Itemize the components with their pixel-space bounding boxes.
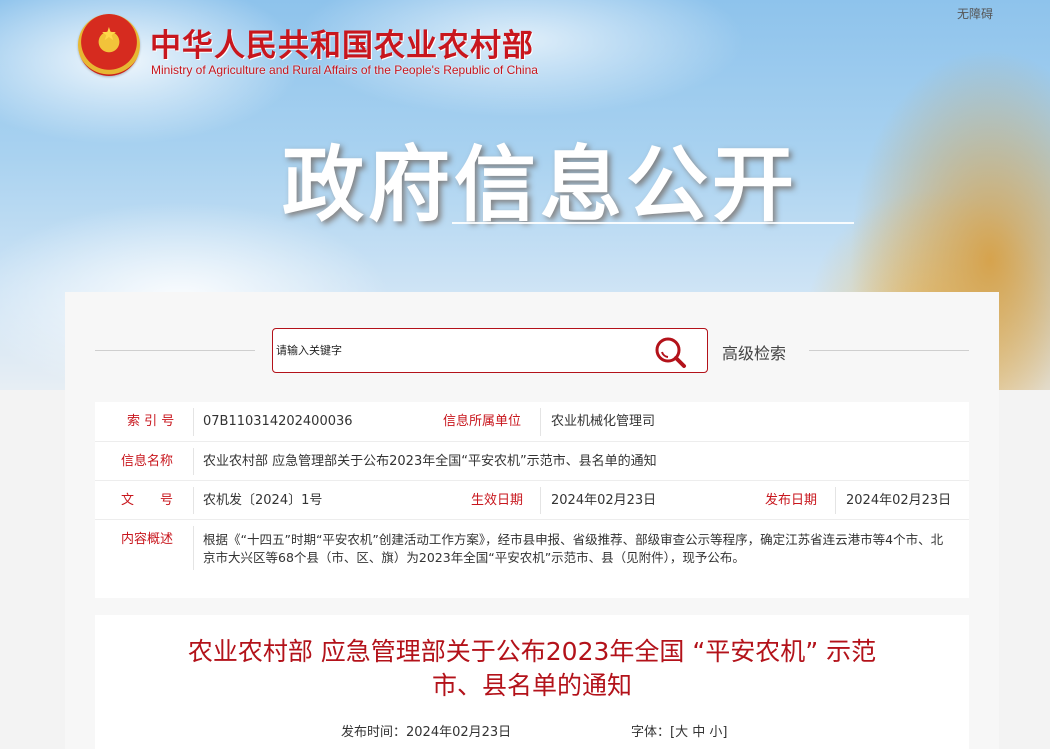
article-section: 农业农村部 应急管理部关于公布2023年全国 “平安农机” 示范 市、县名单的通… xyxy=(95,615,969,749)
search-divider-left xyxy=(95,350,255,351)
separator xyxy=(540,487,541,514)
advanced-search-link[interactable]: 高级检索 xyxy=(722,340,786,364)
search-box xyxy=(272,328,708,373)
accessibility-link[interactable]: 无障碍 xyxy=(957,5,993,22)
publish-time-label: 发布时间： xyxy=(341,725,407,740)
search-input[interactable] xyxy=(274,330,644,371)
article-title-line: 农业农村部 应急管理部关于公布2023年全国 “平安农机” 示范 xyxy=(187,637,877,666)
info-row-doc: 文 号 农机发〔2024〕1号 生效日期 2024年02月23日 发布日期 20… xyxy=(95,481,969,520)
index-label: 索 引 号 xyxy=(127,414,175,429)
effective-date-value: 2024年02月23日 xyxy=(551,493,657,508)
separator xyxy=(193,448,194,475)
search-bar: 高级检索 xyxy=(65,328,999,374)
publish-time-value: 2024年02月23日 xyxy=(406,725,512,740)
effective-date-label: 生效日期 xyxy=(471,493,524,508)
article-title: 农业农村部 应急管理部关于公布2023年全国 “平安农机” 示范 市、县名单的通… xyxy=(135,635,929,703)
publish-date-value: 2024年02月23日 xyxy=(846,493,952,508)
info-table: 索 引 号 07B110314202400036 信息所属单位 农业机械化管理司… xyxy=(95,402,969,598)
font-size-small[interactable]: 小 xyxy=(709,725,722,740)
info-row-index: 索 引 号 07B110314202400036 信息所属单位 农业机械化管理司 xyxy=(95,402,969,442)
national-emblem-logo: ★ xyxy=(78,14,140,76)
banner-title: 政府信息公开 xyxy=(282,138,799,233)
separator xyxy=(193,408,194,436)
article-publish-time: 发布时间：2024年02月23日 xyxy=(341,721,511,740)
font-size-label: 字体： xyxy=(631,725,671,740)
separator xyxy=(835,487,836,514)
doc-number-label: 文 号 xyxy=(121,493,174,508)
index-value: 07B110314202400036 xyxy=(203,414,353,429)
info-row-summary: 内容概述 根据《“十四五”时期“平安农机”创建活动工作方案》，经市县申报、省级推… xyxy=(95,520,969,598)
font-size-medium[interactable]: 中 xyxy=(692,725,705,740)
ministry-name-cn: 中华人民共和国农业农村部 xyxy=(150,28,534,64)
doc-number-value: 农机发〔2024〕1号 xyxy=(203,493,323,508)
font-size-controls: 字体：[大 中 小] xyxy=(631,721,728,740)
info-row-name: 信息名称 农业农村部 应急管理部关于公布2023年全国“平安农机”示范市、县名单… xyxy=(95,442,969,481)
separator xyxy=(540,408,541,436)
search-icon[interactable] xyxy=(653,335,689,369)
font-size-large[interactable]: 大 xyxy=(675,725,688,740)
font-bracket-close: ] xyxy=(722,725,728,740)
article-title-line: 市、县名单的通知 xyxy=(431,671,632,700)
ministry-name-en: Ministry of Agriculture and Rural Affair… xyxy=(151,63,538,77)
star-icon: ★ xyxy=(100,24,118,45)
summary-label: 内容概述 xyxy=(121,532,174,547)
unit-value: 农业机械化管理司 xyxy=(551,414,656,429)
banner-divider xyxy=(452,222,854,224)
separator xyxy=(193,526,194,570)
name-label: 信息名称 xyxy=(121,454,174,469)
search-divider-right xyxy=(809,350,969,351)
unit-label: 信息所属单位 xyxy=(443,414,522,429)
separator xyxy=(193,487,194,514)
summary-value: 根据《“十四五”时期“平安农机”创建活动工作方案》，经市县申报、省级推荐、部级审… xyxy=(203,532,944,565)
publish-date-label: 发布日期 xyxy=(765,493,818,508)
name-value: 农业农村部 应急管理部关于公布2023年全国“平安农机”示范市、县名单的通知 xyxy=(203,454,657,469)
main-panel: 高级检索 索 引 号 07B110314202400036 信息所属单位 农业机… xyxy=(65,292,999,749)
